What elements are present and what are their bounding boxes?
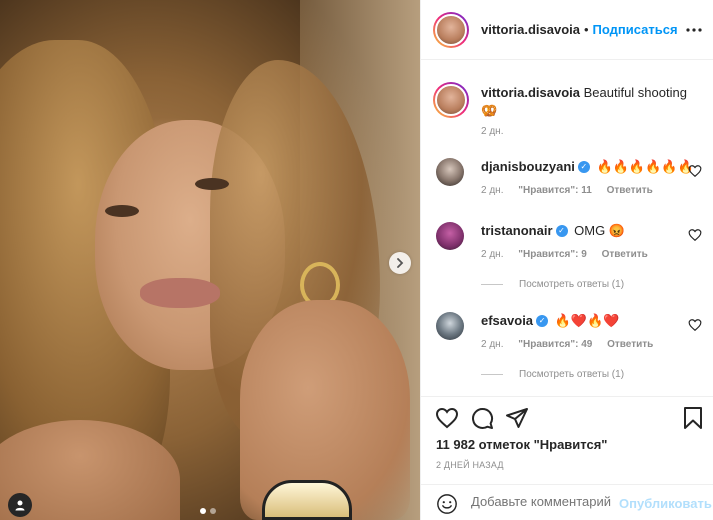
comment-time[interactable]: 2 дн. [481, 249, 503, 260]
photo-lips [140, 278, 220, 308]
bookmark-icon[interactable] [681, 406, 705, 430]
user-tag-icon [15, 500, 25, 511]
commenter-username[interactable]: efsavoia [481, 313, 533, 328]
comment-like-heart-icon[interactable] [688, 228, 702, 242]
comment-likes[interactable]: "Нравится": 49 [518, 339, 592, 350]
comment-icon[interactable] [470, 406, 494, 430]
commenter-avatar[interactable] [436, 158, 464, 186]
comment-text: 🔥❤️🔥❤️ [554, 313, 620, 328]
caption-time: 2 дн. [481, 126, 504, 137]
post-header: vittoria.disavoia • Подписаться [421, 0, 713, 60]
share-icon[interactable] [505, 406, 529, 430]
comment-time[interactable]: 2 дн. [481, 339, 503, 350]
comment-meta: 2 дн. "Нравится": 49 Ответить [481, 339, 665, 350]
caption-emoji: 🥨 [481, 103, 498, 118]
caption-avatar[interactable] [433, 82, 469, 118]
reply-button[interactable]: Ответить [607, 185, 653, 196]
commenter-avatar[interactable] [436, 222, 464, 250]
comment-meta: 2 дн. "Нравится": 11 Ответить [481, 185, 665, 196]
comment-text: OMG 😡 [574, 223, 625, 238]
more-icon [686, 28, 702, 32]
emoji-icon[interactable] [436, 493, 458, 515]
comments-list[interactable]: vittoria.disavoia Beautiful shooting 🥨 2… [421, 61, 713, 395]
commenter-username[interactable]: tristanonair [481, 223, 553, 238]
carousel-dot [210, 508, 216, 514]
comment-like-heart-icon[interactable] [688, 318, 702, 332]
comment-like-heart-icon[interactable] [688, 164, 702, 178]
comment-likes[interactable]: "Нравится": 9 [518, 249, 587, 260]
chevron-right-icon [397, 258, 404, 268]
verified-icon: ✓ [536, 314, 549, 327]
carousel-dot-active [200, 508, 206, 514]
follow-button[interactable]: Подписаться [593, 22, 678, 37]
verified-icon: ✓ [577, 160, 590, 173]
publish-button[interactable]: Опубликовать [619, 496, 712, 511]
replies-line [481, 283, 503, 285]
user-tag-button[interactable] [8, 493, 32, 517]
author-username[interactable]: vittoria.disavoia [481, 22, 580, 37]
caption-text: vittoria.disavoia Beautiful shooting 🥨 [481, 84, 701, 120]
header-separator: • [583, 22, 589, 37]
post-photo[interactable] [0, 0, 420, 520]
add-comment-bar: Опубликовать [421, 484, 713, 520]
reply-button[interactable]: Ответить [602, 249, 648, 260]
photo-eye-left [105, 205, 139, 217]
likes-count[interactable]: 11 982 отметок "Нравится" [436, 437, 607, 452]
comment-input[interactable] [471, 494, 611, 509]
photo-bracelet [262, 480, 352, 520]
comment-likes[interactable]: "Нравится": 11 [518, 185, 592, 196]
carousel-next-button[interactable] [389, 252, 411, 274]
comment-text: 🔥🔥🔥🔥🔥🔥 [596, 159, 694, 174]
comment-body: tristanonair ✓ OMG 😡 [481, 222, 671, 240]
view-replies-button[interactable]: Посмотреть ответы (1) [481, 369, 624, 380]
more-options-button[interactable] [686, 19, 702, 37]
verified-icon: ✓ [555, 224, 568, 237]
caption-body: Beautiful shooting [583, 85, 687, 100]
commenter-avatar[interactable] [436, 312, 464, 340]
author-avatar[interactable] [433, 11, 469, 48]
reply-button[interactable]: Ответить [607, 339, 653, 350]
post-date[interactable]: 2 ДНЕЙ НАЗАД [436, 460, 504, 470]
replies-line [481, 373, 503, 375]
comment-body: efsavoia ✓ 🔥❤️🔥❤️ [481, 312, 671, 330]
comment-time[interactable]: 2 дн. [481, 185, 503, 196]
view-replies-button[interactable]: Посмотреть ответы (1) [481, 279, 624, 290]
heart-icon[interactable] [435, 406, 459, 430]
comment-body: djanisbouzyani ✓ 🔥🔥🔥🔥🔥🔥 [481, 158, 694, 176]
commenter-username[interactable]: djanisbouzyani [481, 159, 575, 174]
post-actions: 11 982 отметок "Нравится" 2 ДНЕЙ НАЗАД [421, 396, 713, 484]
photo-eye-right [195, 178, 229, 190]
view-replies-label: Посмотреть ответы (1) [519, 369, 625, 380]
carousel-indicator [200, 508, 216, 514]
post-panel: vittoria.disavoia • Подписаться vittoria… [420, 0, 713, 520]
comment-meta: 2 дн. "Нравится": 9 Ответить [481, 249, 660, 260]
caption-username[interactable]: vittoria.disavoia [481, 85, 580, 100]
view-replies-label: Посмотреть ответы (1) [519, 279, 625, 290]
